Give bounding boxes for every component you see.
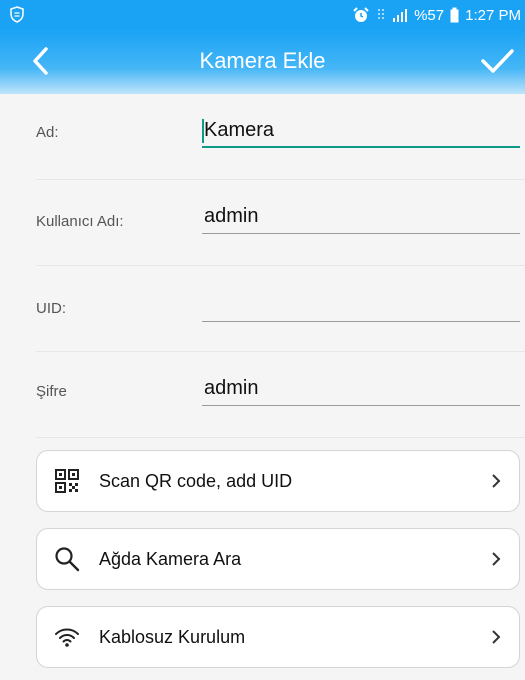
search-icon xyxy=(55,547,80,572)
chevron-right-icon xyxy=(492,552,501,566)
search-lan-button[interactable]: Ağda Kamera Ara xyxy=(36,528,520,590)
alarm-icon xyxy=(353,7,369,22)
search-lan-label: Ağda Kamera Ara xyxy=(99,549,242,569)
battery-percent: %57 xyxy=(414,6,445,24)
username-field[interactable] xyxy=(202,200,520,234)
title-bar: Kamera Ekle xyxy=(0,30,525,94)
uid-label: UID: xyxy=(36,300,66,317)
shield-icon xyxy=(10,6,24,23)
uid-row: UID: xyxy=(36,266,525,352)
chevron-right-icon xyxy=(492,630,501,644)
username-label: Kullanıcı Adı: xyxy=(36,213,124,230)
password-row: Şifre xyxy=(36,352,525,438)
wifi-icon xyxy=(55,628,79,647)
password-field[interactable] xyxy=(202,372,520,406)
name-label: Ad: xyxy=(36,124,59,141)
uid-field[interactable] xyxy=(202,288,520,322)
status-indicators: %57 1:27 PM xyxy=(352,4,525,26)
battery-icon xyxy=(450,7,459,23)
page-title: Kamera Ekle xyxy=(199,48,326,73)
wifi-setup-button[interactable]: Kablosuz Kurulum xyxy=(36,606,520,668)
signal-icon xyxy=(393,9,408,22)
chevron-right-icon xyxy=(492,474,501,488)
name-field[interactable] xyxy=(202,114,520,148)
name-row: Ad: xyxy=(36,94,525,180)
password-label: Şifre xyxy=(36,383,67,400)
scan-qr-button[interactable]: Scan QR code, add UID xyxy=(36,450,520,512)
qr-code-icon xyxy=(55,469,79,493)
data-arrows-icon xyxy=(378,9,384,21)
username-row: Kullanıcı Adı: xyxy=(36,180,525,266)
scan-qr-label: Scan QR code, add UID xyxy=(99,471,293,491)
text-caret xyxy=(202,119,204,143)
clock: 1:27 PM xyxy=(465,6,521,24)
wifi-setup-label: Kablosuz Kurulum xyxy=(99,627,246,647)
status-bar: %57 1:27 PM xyxy=(0,0,525,30)
checkmark-icon[interactable] xyxy=(479,44,515,78)
